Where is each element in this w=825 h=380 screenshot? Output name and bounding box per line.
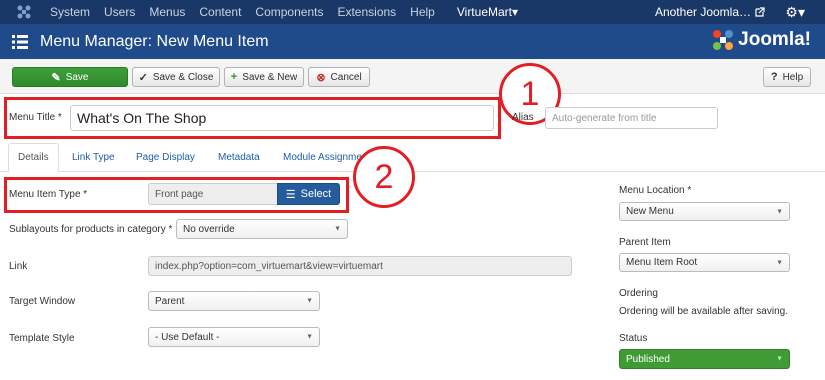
help-label: Help (782, 71, 804, 83)
chevron-down-icon: ▾ (512, 5, 519, 19)
save-new-button[interactable]: + Save & New (224, 67, 304, 87)
chevron-down-icon: ▼ (306, 297, 313, 305)
target-window-label: Target Window (9, 296, 76, 307)
page-header: Menu Manager: New Menu Item Joomla! (0, 24, 825, 59)
nav-menus[interactable]: Menus (149, 5, 185, 19)
alias-placeholder: Auto-generate from title (552, 112, 657, 124)
nav-virtuemart-label: VirtueMart (456, 5, 512, 19)
site-name: Another Joomla… (654, 5, 751, 19)
ordering-label: Ordering (619, 288, 658, 299)
sublayouts-select[interactable]: No override ▼ (176, 219, 348, 239)
save-close-button[interactable]: ✓ Save & Close (132, 67, 220, 87)
chevron-down-icon: ▼ (776, 355, 783, 363)
edit-icon: ✎ (51, 71, 61, 84)
cancel-button[interactable]: ⊗ Cancel (308, 67, 370, 87)
menu-list-icon (12, 34, 28, 49)
save-label: Save (65, 71, 89, 83)
alias-input[interactable]: Auto-generate from title (545, 107, 718, 129)
plus-icon: + (230, 71, 238, 83)
link-label: Link (9, 261, 28, 272)
parent-item-value: Menu Item Root (626, 257, 698, 268)
top-nav: System Users Menus Content Components Ex… (0, 0, 825, 24)
page-title: Menu Manager: New Menu Item (40, 32, 269, 50)
gear-icon[interactable]: ⚙▾ (785, 4, 805, 21)
list-icon: ☰ (285, 188, 296, 201)
alias-label: Alias (512, 112, 534, 123)
cancel-label: Cancel (330, 71, 362, 83)
annotation-circle-2: 2 (353, 146, 415, 208)
nav-content[interactable]: Content (199, 5, 241, 19)
template-style-select[interactable]: - Use Default - ▼ (148, 327, 320, 347)
select-label: Select (300, 188, 332, 200)
nav-system[interactable]: System (50, 5, 90, 19)
tab-metadata[interactable]: Metadata (218, 143, 260, 172)
sublayouts-value: No override (183, 223, 235, 235)
tab-page-display[interactable]: Page Display (136, 143, 195, 172)
menu-item-type-value: Front page (155, 188, 204, 200)
site-link[interactable]: Another Joomla… (655, 5, 765, 19)
chevron-down-icon: ▼ (334, 225, 341, 233)
nav-extensions[interactable]: Extensions (337, 5, 396, 19)
nav-components[interactable]: Components (255, 5, 323, 19)
help-button[interactable]: ? Help (763, 67, 811, 87)
parent-item-select[interactable]: Menu Item Root ▼ (619, 253, 790, 272)
ordering-note: Ordering will be available after saving. (619, 306, 788, 317)
menu-item-type-label: Menu Item Type * (9, 189, 88, 200)
save-new-label: Save & New (242, 71, 298, 83)
nav-help[interactable]: Help (410, 5, 435, 19)
menu-title-input[interactable]: What's On The Shop (70, 105, 494, 131)
status-value: Published (626, 353, 670, 365)
close-icon: ⊗ (316, 71, 326, 84)
tab-link-type[interactable]: Link Type (72, 143, 115, 172)
menu-title-value: What's On The Shop (77, 110, 207, 126)
parent-item-label: Parent Item (619, 237, 671, 248)
status-label: Status (619, 333, 648, 344)
template-style-label: Template Style (9, 333, 75, 344)
tab-details[interactable]: Details (8, 143, 59, 172)
menu-item-type-field: Front page (148, 183, 278, 205)
toolbar: ✎ Save ✓ Save & Close + Save & New ⊗ Can… (0, 59, 825, 94)
template-style-value: - Use Default - (155, 331, 220, 343)
target-window-select[interactable]: Parent ▼ (148, 291, 320, 311)
joomla-brand: Joomla! (711, 28, 811, 52)
chevron-down-icon: ▼ (776, 208, 783, 215)
menu-location-select[interactable]: New Menu ▼ (619, 202, 790, 221)
external-link-icon (755, 7, 765, 17)
joomla-brand-text: Joomla! (738, 29, 811, 50)
link-field: index.php?option=com_virtuemart&view=vir… (148, 256, 572, 276)
select-type-button[interactable]: ☰ Select (277, 183, 340, 205)
chevron-down-icon: ▼ (306, 333, 313, 341)
check-icon: ✓ (138, 71, 148, 84)
nav-users[interactable]: Users (104, 5, 135, 19)
joomla-logo-icon[interactable] (14, 4, 34, 20)
joomla-brand-icon (713, 30, 734, 50)
nav-virtuemart[interactable]: VirtueMart▾ (457, 5, 518, 19)
sublayouts-label: Sublayouts for products in category * (9, 224, 173, 235)
help-icon: ? (770, 71, 778, 83)
menu-title-label: Menu Title * (9, 112, 62, 123)
menu-location-label: Menu Location * (619, 185, 692, 196)
link-value: index.php?option=com_virtuemart&view=vir… (155, 260, 383, 272)
save-button[interactable]: ✎ Save (12, 67, 128, 87)
status-select[interactable]: Published ▼ (619, 349, 790, 369)
save-close-label: Save & Close (152, 71, 214, 83)
target-window-value: Parent (155, 295, 185, 307)
menu-location-value: New Menu (626, 206, 674, 217)
chevron-down-icon: ▼ (776, 259, 783, 266)
